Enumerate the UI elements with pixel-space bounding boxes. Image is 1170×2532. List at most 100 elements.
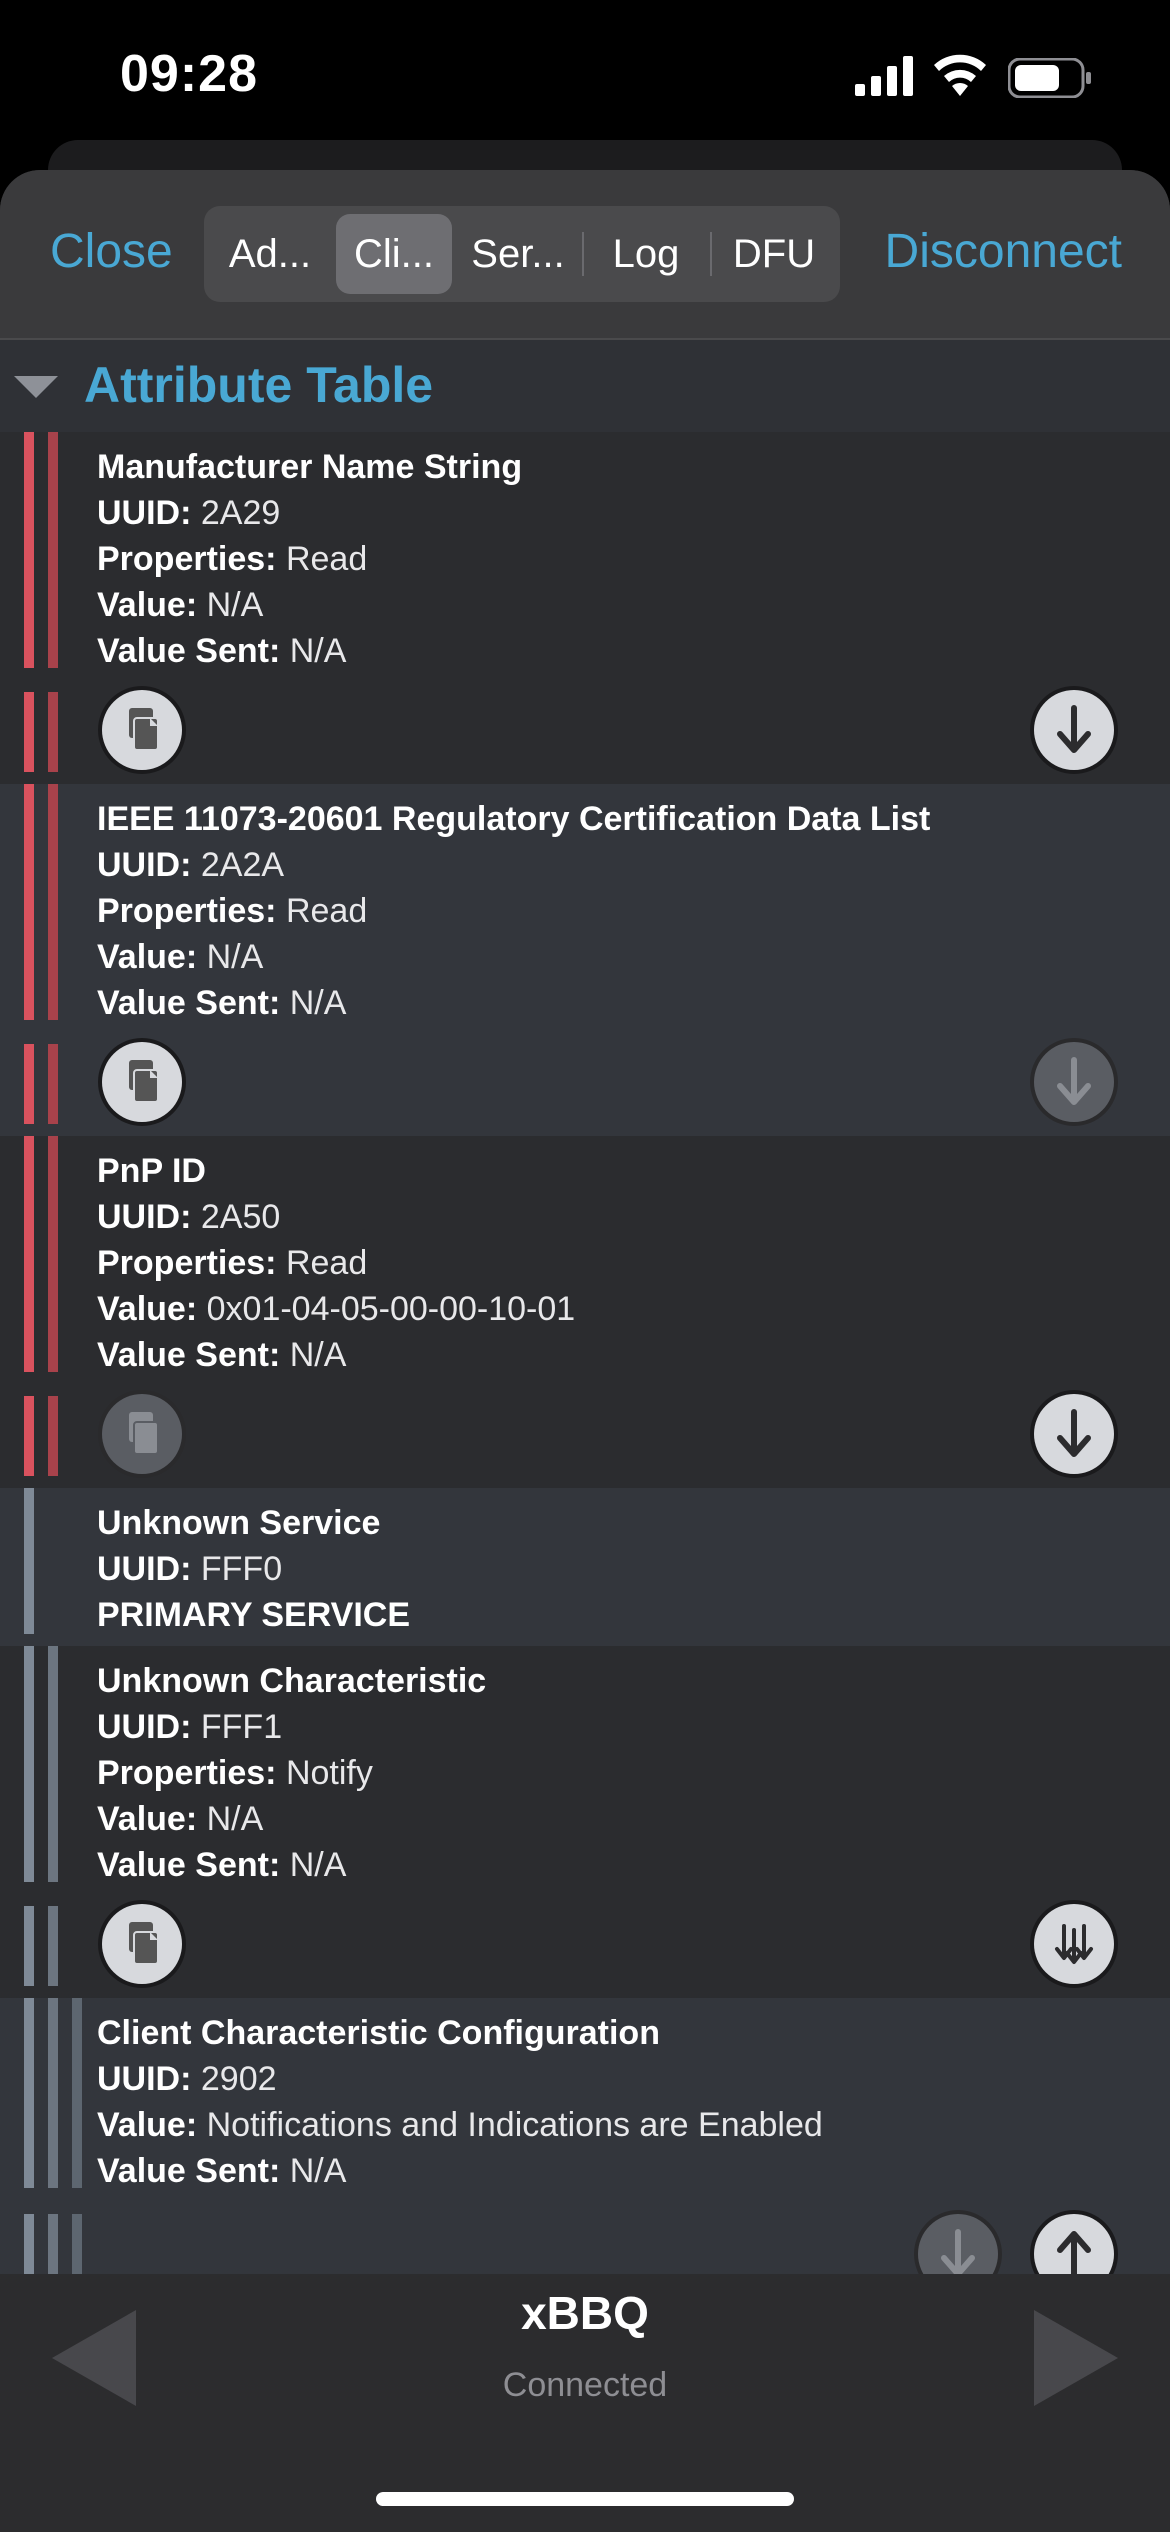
value-label: Value:	[97, 2106, 198, 2144]
uuid-label: UUID:	[97, 2060, 192, 2098]
device-status: Connected	[502, 2366, 668, 2404]
uuid-label: UUID:	[97, 1550, 192, 1588]
value-sent-value: N/A	[289, 1336, 347, 1374]
attribute-value-sent: Value Sent: N/A	[97, 2152, 346, 2191]
copy-button[interactable]	[102, 1904, 182, 1984]
copy-button[interactable]	[102, 1394, 182, 1474]
wifi-icon	[934, 54, 986, 96]
copy-document-icon	[129, 708, 159, 751]
tab-log[interactable]: Log	[588, 214, 704, 294]
copy-button[interactable]	[102, 690, 182, 770]
uuid-value: 2902	[200, 2060, 277, 2098]
attribute-name: PnP ID	[97, 1152, 206, 1190]
arrow-down-icon	[941, 2229, 975, 2274]
attribute-name: Unknown Characteristic	[97, 1662, 487, 1700]
read-button[interactable]	[918, 2214, 998, 2274]
arrow-down-icon	[1057, 1409, 1091, 1457]
uuid-label: UUID:	[97, 494, 192, 532]
copy-document-icon	[129, 1060, 159, 1103]
status-bar: 09:28	[0, 0, 1170, 150]
attribute-properties: Properties: Read	[97, 1244, 367, 1283]
service-uuid: UUID: FFF0	[97, 1550, 282, 1589]
service-bar	[24, 1044, 34, 1124]
uuid-value: 2A2A	[200, 846, 285, 884]
tab-advertising[interactable]: Ad...	[212, 214, 328, 294]
service-row: Unknown Service UUID: FFF0 PRIMARY SERVI…	[0, 1488, 1170, 1646]
properties-label: Properties:	[97, 892, 277, 930]
value-value: Notifications and Indications are Enable…	[206, 2106, 823, 2144]
device-sheet: Close Ad... Cli... Ser... Log DFU Discon…	[0, 170, 1170, 2532]
value-label: Value:	[97, 1290, 198, 1328]
attribute-uuid: UUID: 2A50	[97, 1198, 280, 1237]
service-bar	[24, 1906, 34, 1986]
read-button[interactable]	[1034, 1394, 1114, 1474]
notify-button[interactable]	[1034, 1904, 1114, 1984]
status-time: 09:28	[120, 45, 258, 103]
read-button[interactable]	[1034, 1042, 1114, 1122]
service-bar	[24, 1646, 34, 1882]
value-label: Value:	[97, 938, 198, 976]
attribute-value: Value: N/A	[97, 586, 263, 625]
uuid-value: 2A29	[200, 494, 281, 532]
tab-dfu[interactable]: DFU	[716, 214, 832, 294]
tab-divider	[582, 232, 584, 276]
disconnect-button[interactable]: Disconnect	[885, 224, 1122, 279]
write-button[interactable]	[1034, 2214, 1114, 2274]
section-title: Attribute Table	[84, 357, 434, 413]
arrow-down-icon	[1057, 705, 1091, 753]
characteristic-bar	[48, 1998, 58, 2188]
value-sent-label: Value Sent:	[97, 984, 281, 1022]
descriptor-bar	[72, 1998, 82, 2188]
attribute-name: Client Characteristic Configuration	[97, 2014, 660, 2052]
copy-document-icon	[129, 1412, 159, 1455]
attribute-row: Manufacturer Name String UUID: 2A29 Prop…	[0, 432, 1170, 784]
attribute-name: Manufacturer Name String	[97, 448, 523, 486]
value-sent-value: N/A	[289, 632, 347, 670]
tab-divider	[710, 232, 712, 276]
attribute-value-sent: Value Sent: N/A	[97, 632, 346, 671]
attribute-value: Value: N/A	[97, 938, 263, 977]
tab-segmented-control: Ad... Cli... Ser... Log DFU	[204, 206, 840, 302]
properties-label: Properties:	[97, 540, 277, 578]
attribute-properties: Properties: Read	[97, 540, 367, 579]
characteristic-bar	[48, 692, 58, 772]
properties-value: Read	[285, 892, 368, 930]
properties-value: Notify	[285, 1754, 373, 1792]
characteristic-bar	[48, 1044, 58, 1124]
properties-value: Read	[285, 540, 368, 578]
descriptor-bar	[72, 2214, 82, 2274]
attribute-value-sent: Value Sent: N/A	[97, 1846, 346, 1885]
copy-button[interactable]	[102, 1042, 182, 1122]
attribute-properties: Properties: Notify	[97, 1754, 373, 1793]
characteristic-bar	[48, 1646, 58, 1882]
attribute-uuid: UUID: 2A29	[97, 494, 280, 533]
service-type: PRIMARY SERVICE	[97, 1596, 411, 1634]
close-button[interactable]: Close	[50, 224, 173, 279]
value-value: N/A	[206, 1800, 264, 1838]
cellular-signal-icon	[855, 56, 913, 96]
device-name: xBBQ	[521, 2287, 649, 2339]
uuid-label: UUID:	[97, 1708, 192, 1746]
value-sent-value: N/A	[289, 1846, 347, 1884]
service-bar	[24, 784, 34, 1020]
attribute-value: Value: Notifications and Indications are…	[97, 2106, 823, 2145]
home-indicator[interactable]	[376, 2492, 794, 2506]
value-value: 0x01-04-05-00-00-10-01	[206, 1290, 576, 1328]
arrow-up-icon	[1057, 2231, 1091, 2274]
read-button[interactable]	[1034, 690, 1114, 770]
copy-document-icon	[129, 1922, 159, 1965]
attribute-name: IEEE 11073-20601 Regulatory Certificatio…	[97, 800, 931, 838]
service-bar	[24, 692, 34, 772]
disclosure-triangle-icon[interactable]	[14, 376, 58, 398]
tab-server[interactable]: Ser...	[460, 214, 576, 294]
uuid-value: 2A50	[200, 1198, 281, 1236]
value-sent-value: N/A	[289, 2152, 347, 2190]
tab-client[interactable]: Cli...	[336, 214, 452, 294]
value-sent-value: N/A	[289, 984, 347, 1022]
value-sent-label: Value Sent:	[97, 632, 281, 670]
attribute-value-sent: Value Sent: N/A	[97, 1336, 346, 1375]
battery-icon	[1008, 58, 1091, 98]
arrow-down-icon	[1057, 1057, 1091, 1105]
attribute-uuid: UUID: FFF1	[97, 1708, 282, 1747]
attribute-properties: Properties: Read	[97, 892, 367, 931]
